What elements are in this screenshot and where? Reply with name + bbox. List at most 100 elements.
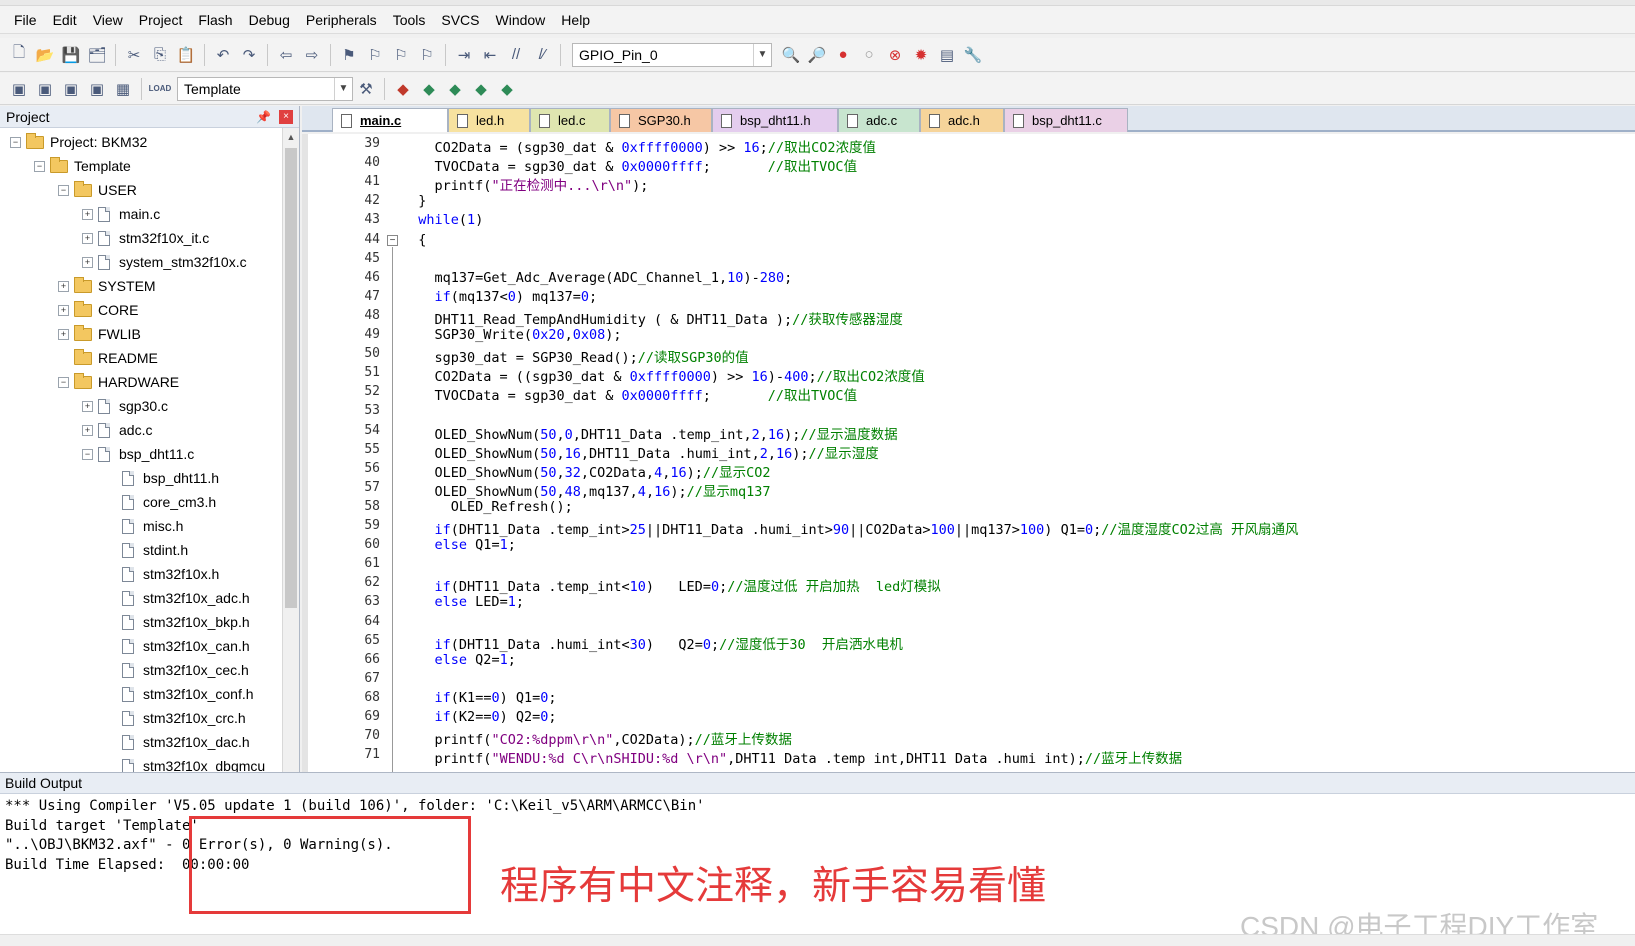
- save-icon[interactable]: 💾: [58, 42, 84, 68]
- breakpoint-disable-icon[interactable]: ○: [856, 42, 882, 68]
- nav-forward-icon[interactable]: ⇨: [299, 42, 325, 68]
- pin-icon[interactable]: 📌: [256, 110, 271, 124]
- find-combo[interactable]: GPIO_Pin_0 ▼: [572, 42, 772, 67]
- tree-file[interactable]: stm32f10x_cec.h: [106, 658, 249, 682]
- undo-icon[interactable]: ↶: [210, 42, 236, 68]
- bookmark-icon[interactable]: ⚑: [336, 42, 362, 68]
- file-extensions-icon[interactable]: ◆: [390, 76, 416, 102]
- expand-icon[interactable]: +: [82, 256, 93, 268]
- nav-back-icon[interactable]: ⇦: [273, 42, 299, 68]
- bookmark-prev-icon[interactable]: ⚐: [362, 42, 388, 68]
- tree-target[interactable]: − Template: [34, 154, 131, 178]
- stop-build-icon[interactable]: ▦: [110, 76, 136, 102]
- menu-item-peripherals[interactable]: Peripherals: [298, 6, 385, 34]
- menu-item-view[interactable]: View: [85, 6, 131, 34]
- chevron-down-icon[interactable]: ▼: [334, 77, 352, 100]
- pack-installer-icon[interactable]: ◆: [468, 76, 494, 102]
- expand-icon[interactable]: +: [58, 280, 69, 292]
- fold-collapse-icon[interactable]: −: [387, 234, 398, 246]
- tree-file[interactable]: stm32f10x_can.h: [106, 634, 250, 658]
- uncomment-icon[interactable]: /⁄: [529, 42, 555, 68]
- new-file-icon[interactable]: 🗋: [6, 42, 32, 68]
- manage-components-icon[interactable]: ◆: [416, 76, 442, 102]
- tree-file[interactable]: stm32f10x_dac.h: [106, 730, 250, 754]
- expand-icon[interactable]: +: [82, 424, 93, 436]
- code-editor[interactable]: 39 CO2Data = (sgp30_dat & 0xffff0000) >>…: [302, 134, 1635, 772]
- collapse-icon[interactable]: −: [10, 136, 21, 148]
- collapse-icon[interactable]: −: [58, 184, 69, 196]
- target-options-icon[interactable]: ⚒: [353, 76, 379, 102]
- tab-led-c[interactable]: led.c: [530, 108, 610, 132]
- tab-sgp30-h[interactable]: SGP30.h: [610, 108, 712, 132]
- select-packs-icon[interactable]: ◆: [442, 76, 468, 102]
- tree-file[interactable]: + stm32f10x_it.c: [82, 226, 209, 250]
- tab-adc-h[interactable]: adc.h: [920, 108, 1004, 132]
- tree-file[interactable]: stm32f10x_conf.h: [106, 682, 254, 706]
- expand-icon[interactable]: +: [58, 304, 69, 316]
- tree-folder[interactable]: README: [58, 346, 158, 370]
- copy-icon[interactable]: ⎘: [147, 42, 173, 68]
- breakpoint-icon[interactable]: ●: [830, 42, 856, 68]
- window-layout-icon[interactable]: ▤: [934, 42, 960, 68]
- batch-build-icon[interactable]: ▣: [84, 76, 110, 102]
- tree-file[interactable]: − bsp_dht11.c: [82, 442, 194, 466]
- tree-file[interactable]: core_cm3.h: [106, 490, 216, 514]
- breakpoint-all-icon[interactable]: ✹: [908, 42, 934, 68]
- expand-icon[interactable]: +: [82, 232, 93, 244]
- close-icon[interactable]: ×: [279, 109, 293, 124]
- target-select[interactable]: Template ▼: [177, 76, 353, 101]
- menu-item-project[interactable]: Project: [131, 6, 191, 34]
- tree-folder[interactable]: + CORE: [58, 298, 138, 322]
- translate-icon[interactable]: ▣: [6, 76, 32, 102]
- tree-file[interactable]: + adc.c: [82, 418, 152, 442]
- breakpoint-kill-icon[interactable]: ⊗: [882, 42, 908, 68]
- comment-icon[interactable]: //: [503, 42, 529, 68]
- bookmark-clear-icon[interactable]: ⚐: [414, 42, 440, 68]
- menu-item-window[interactable]: Window: [488, 6, 554, 34]
- cut-icon[interactable]: ✂: [121, 42, 147, 68]
- tab-adc-c[interactable]: adc.c: [838, 108, 920, 132]
- expand-icon[interactable]: +: [58, 328, 69, 340]
- project-scrollbar[interactable]: ▲: [282, 128, 299, 772]
- unindent-icon[interactable]: ⇤: [477, 42, 503, 68]
- scrollbar-thumb[interactable]: [285, 148, 297, 608]
- menu-item-debug[interactable]: Debug: [241, 6, 298, 34]
- build-icon[interactable]: ▣: [32, 76, 58, 102]
- tab-bsp_dht11-h[interactable]: bsp_dht11.h: [712, 108, 838, 132]
- tree-file[interactable]: + main.c: [82, 202, 160, 226]
- tab-bsp_dht11-c[interactable]: bsp_dht11.c: [1004, 108, 1128, 132]
- expand-icon[interactable]: +: [82, 400, 93, 412]
- tree-folder[interactable]: − USER: [58, 178, 137, 202]
- load-download-icon[interactable]: LOAD: [147, 76, 173, 102]
- scroll-up-icon[interactable]: ▲: [283, 128, 299, 146]
- tree-file[interactable]: stm32f10x_dbgmcu: [106, 754, 265, 772]
- menu-item-tools[interactable]: Tools: [385, 6, 434, 34]
- save-all-icon[interactable]: 🗂: [84, 42, 110, 68]
- find-icon[interactable]: 🔎: [804, 42, 830, 68]
- tree-project[interactable]: − Project: BKM32: [10, 130, 147, 154]
- tree-file[interactable]: stm32f10x.h: [106, 562, 219, 586]
- rebuild-icon[interactable]: ▣: [58, 76, 84, 102]
- config-wrench-icon[interactable]: 🔧: [960, 42, 986, 68]
- build-output-hscrollbar[interactable]: [0, 934, 1635, 946]
- open-folder-icon[interactable]: 📂: [32, 42, 58, 68]
- tree-file[interactable]: + system_stm32f10x.c: [82, 250, 247, 274]
- tab-main-c[interactable]: main.c: [332, 108, 448, 132]
- bookmark-next-icon[interactable]: ⚐: [388, 42, 414, 68]
- tree-file[interactable]: stm32f10x_bkp.h: [106, 610, 250, 634]
- tree-folder[interactable]: + FWLIB: [58, 322, 141, 346]
- tree-folder[interactable]: + SYSTEM: [58, 274, 156, 298]
- env-icon[interactable]: ◆: [494, 76, 520, 102]
- tree-file[interactable]: stm32f10x_crc.h: [106, 706, 246, 730]
- redo-icon[interactable]: ↷: [236, 42, 262, 68]
- expand-icon[interactable]: +: [82, 208, 93, 220]
- menu-item-flash[interactable]: Flash: [190, 6, 240, 34]
- collapse-icon[interactable]: −: [34, 160, 45, 172]
- tree-folder[interactable]: − HARDWARE: [58, 370, 179, 394]
- menu-item-file[interactable]: File: [6, 6, 45, 34]
- indent-icon[interactable]: ⇥: [451, 42, 477, 68]
- collapse-icon[interactable]: −: [82, 448, 93, 460]
- menu-item-help[interactable]: Help: [553, 6, 598, 34]
- tree-file[interactable]: stdint.h: [106, 538, 188, 562]
- tree-file[interactable]: + sgp30.c: [82, 394, 168, 418]
